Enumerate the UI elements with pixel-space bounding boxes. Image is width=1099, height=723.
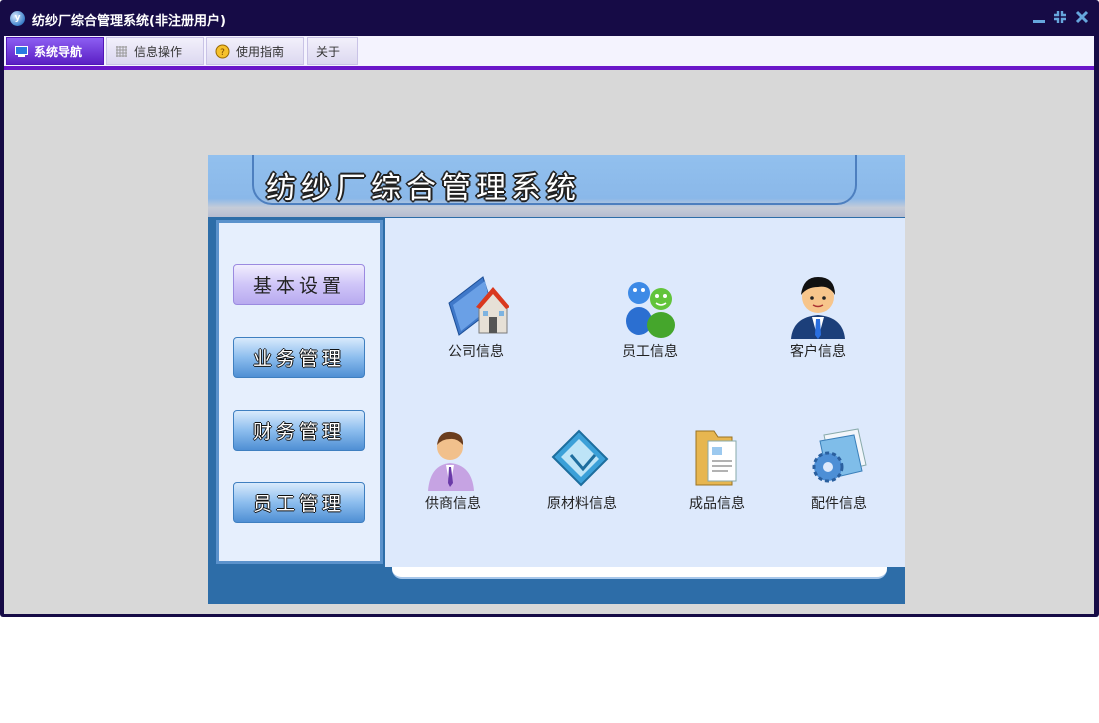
- tab-label: 信息操作: [134, 44, 183, 59]
- minimize-icon[interactable]: [1031, 10, 1047, 26]
- tab-info-operations[interactable]: 信息操作: [106, 37, 204, 65]
- customer-info-item[interactable]: 客户信息: [768, 273, 868, 361]
- product-icon: [684, 425, 750, 491]
- svg-text:?: ?: [220, 48, 225, 58]
- parts-icon: [806, 425, 872, 491]
- main-bottom-frame: [392, 567, 887, 579]
- item-label: 员工信息: [622, 344, 678, 360]
- function-grid: 公司信息 员工信息 客户信息 供商信息 原材料信息 成品信息 配件信息: [385, 218, 905, 567]
- app-logo-icon: y: [10, 11, 25, 26]
- employees-icon: [617, 273, 683, 339]
- parts-info-item[interactable]: 配件信息: [789, 425, 889, 513]
- finance-management-button[interactable]: 财务管理: [233, 410, 365, 451]
- window-title: 纺纱厂综合管理系统(非注册用户): [32, 14, 226, 29]
- title-bar: y 纺纱厂综合管理系统(非注册用户): [0, 0, 1099, 36]
- tab-system-navigation[interactable]: 系统导航: [6, 37, 104, 65]
- navigation-panel: 纺纱厂综合管理系统 基本设置 业务管理 财务管理 员工管理 公司信息 员工信息 …: [208, 155, 905, 604]
- close-icon[interactable]: [1074, 10, 1090, 26]
- raw-material-icon: [549, 425, 615, 491]
- monitor-icon: [15, 45, 28, 57]
- business-management-button[interactable]: 业务管理: [233, 337, 365, 378]
- supplier-icon: [420, 425, 486, 491]
- staff-management-button[interactable]: 员工管理: [233, 482, 365, 523]
- category-sidebar: 基本设置 业务管理 财务管理 员工管理: [216, 220, 383, 564]
- banner: 纺纱厂综合管理系统: [208, 155, 905, 217]
- company-info-item[interactable]: 公司信息: [426, 273, 526, 361]
- item-label: 公司信息: [448, 344, 504, 360]
- restore-icon[interactable]: [1052, 10, 1068, 26]
- tab-label: 关于: [316, 44, 341, 59]
- customer-icon: [785, 273, 851, 339]
- company-icon: [443, 273, 510, 339]
- tab-about[interactable]: 关于: [307, 37, 358, 65]
- tab-label: 系统导航: [34, 44, 83, 59]
- employee-info-item[interactable]: 员工信息: [600, 273, 700, 361]
- basic-settings-button[interactable]: 基本设置: [233, 264, 365, 305]
- banner-title: 纺纱厂综合管理系统: [266, 171, 581, 206]
- item-label: 原材料信息: [547, 496, 617, 512]
- item-label: 供商信息: [425, 496, 481, 512]
- item-label: 配件信息: [811, 496, 867, 512]
- supplier-info-item[interactable]: 供商信息: [403, 425, 503, 513]
- item-label: 成品信息: [689, 496, 745, 512]
- product-info-item[interactable]: 成品信息: [667, 425, 767, 513]
- help-icon: ?: [215, 44, 230, 59]
- raw-material-info-item[interactable]: 原材料信息: [532, 425, 632, 513]
- tab-label: 使用指南: [236, 44, 285, 59]
- item-label: 客户信息: [790, 344, 846, 360]
- grid-icon: [115, 45, 128, 57]
- tab-user-guide[interactable]: ? 使用指南: [206, 37, 304, 65]
